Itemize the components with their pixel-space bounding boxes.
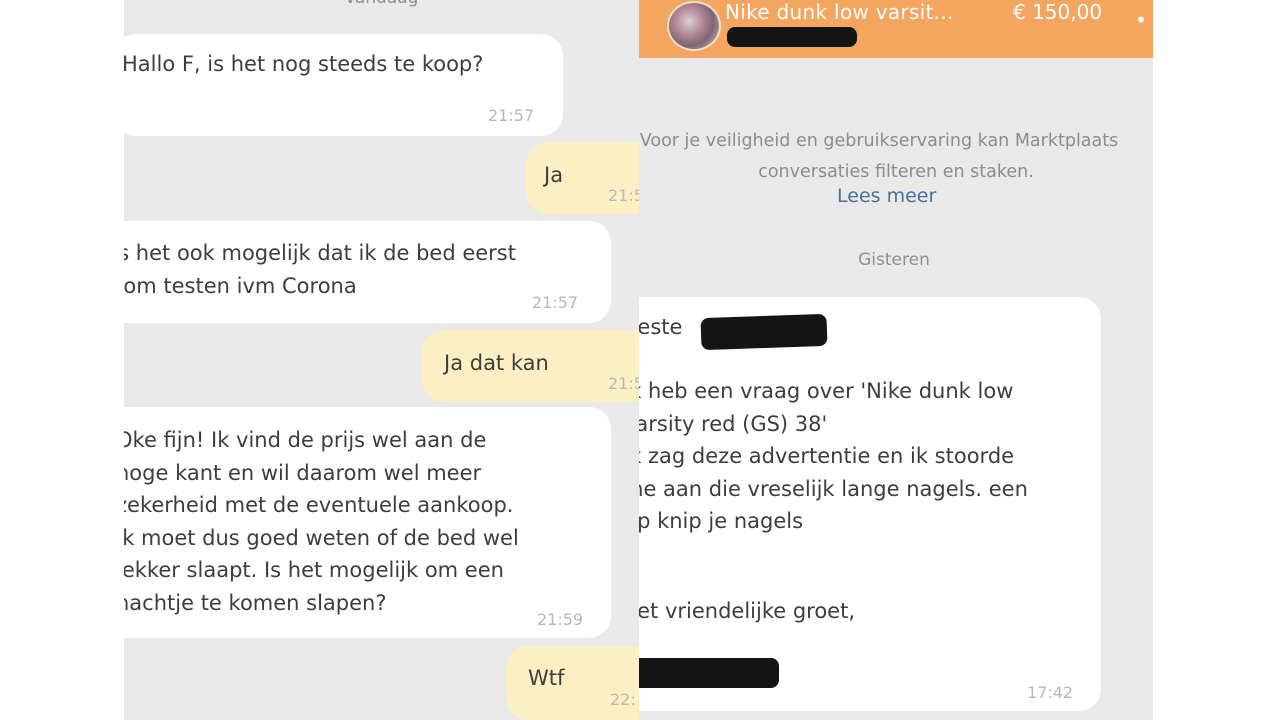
redaction-mark: [639, 658, 779, 688]
listing-title[interactable]: Nike dunk low varsit...: [725, 0, 954, 24]
redaction-mark: [727, 27, 857, 47]
conversation-header: Nike dunk low varsit... € 150,00 •: [639, 0, 1153, 58]
message-text: Oke fijn! Ik vind de prijs wel aan de ho…: [124, 428, 519, 615]
message-body: Ik heb een vraag over 'Nike dunk low var…: [639, 379, 1028, 533]
message-time: 21:5: [608, 374, 639, 393]
message-text: Hallo F, is het nog steeds te koop?: [124, 52, 484, 76]
message-closing: Met vriendelijke groet,: [639, 599, 856, 623]
safety-notice: Voor je veiligheid en gebruikservaring k…: [639, 126, 1153, 188]
read-more-link[interactable]: Lees meer: [837, 185, 936, 207]
message-time: 21:59: [537, 610, 584, 629]
notice-line: conversaties filteren en staken.: [758, 162, 1034, 182]
message-bubble-outgoing[interactable]: Ja dat kan 21:5: [422, 330, 639, 402]
redaction-mark: [700, 313, 828, 351]
message-bubble-incoming[interactable]: Hallo F, is het nog steeds te koop? 21:5…: [124, 34, 563, 136]
message-time: 21:5: [608, 186, 639, 205]
listing-price: € 150,00: [1013, 0, 1103, 24]
left-chat-panel: Vandaag Hallo F, is het nog steeds te ko…: [124, 0, 639, 720]
day-label: Vandaag: [314, 0, 449, 8]
message-bubble-incoming[interactable]: Beste Ik heb een vraag over 'Nike dunk l…: [639, 297, 1101, 711]
product-thumbnail[interactable]: [667, 1, 721, 51]
message-time: 21:57: [488, 106, 535, 125]
message-bubble-incoming[interactable]: Oke fijn! Ik vind de prijs wel aan de ho…: [124, 407, 611, 638]
message-time: 21:57: [532, 293, 579, 312]
day-label: Gisteren: [858, 250, 930, 270]
message-time: 17:42: [1027, 683, 1074, 702]
message-bubble-incoming[interactable]: Is het ook mogelijk dat ik de bed eerst …: [124, 221, 611, 323]
message-time: 22:: [610, 690, 636, 709]
more-vertical-icon[interactable]: •: [1135, 8, 1147, 32]
right-chat-panel: Nike dunk low varsit... € 150,00 • Voor …: [639, 0, 1153, 720]
message-bubble-outgoing[interactable]: Wtf 22:: [506, 646, 639, 720]
notice-line: Voor je veiligheid en gebruikservaring k…: [639, 131, 1119, 151]
message-greeting: Beste: [639, 315, 683, 339]
message-bubble-outgoing[interactable]: Ja 21:5: [526, 142, 639, 214]
